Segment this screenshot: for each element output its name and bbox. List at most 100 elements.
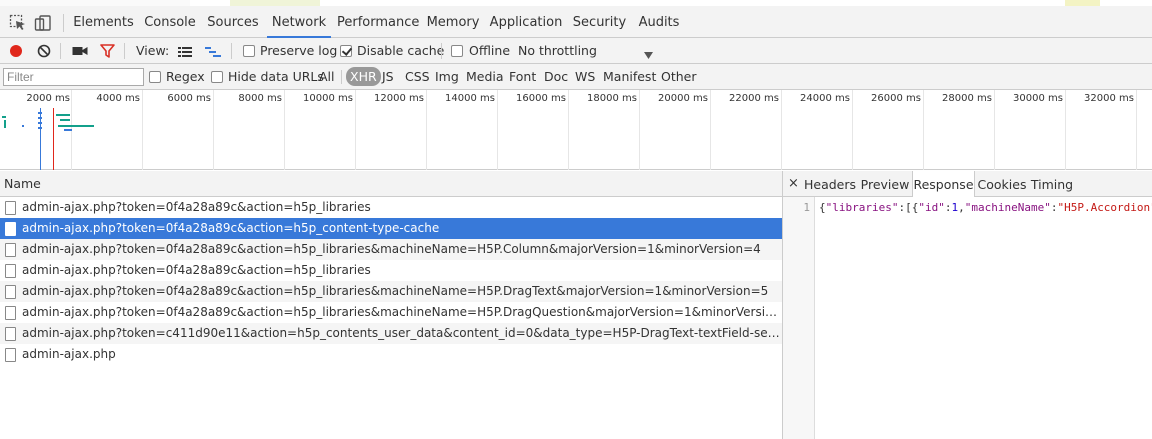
request-row[interactable]: admin-ajax.php?token=0f4a28a89c&action=h… [0, 239, 782, 260]
record-icon[interactable] [9, 44, 23, 58]
inspect-element-icon[interactable] [9, 14, 27, 32]
code-string: "H5P.Accordion" [1057, 201, 1152, 214]
filter-divider [341, 70, 342, 84]
response-viewer[interactable]: 1 {"libraries":[{"id":1,"machineName":"H… [783, 197, 1152, 439]
file-icon [5, 306, 16, 320]
request-name: admin-ajax.php [22, 347, 116, 361]
tab-audits[interactable]: Audits [636, 6, 682, 38]
type-filter-other[interactable]: Other [658, 67, 700, 86]
request-row[interactable]: admin-ajax.php?token=0f4a28a89c&action=h… [0, 260, 782, 281]
code-punct: :[{ [898, 201, 919, 214]
request-name: admin-ajax.php?token=0f4a28a89c&action=h… [22, 242, 761, 256]
timeline-request-bar [22, 125, 24, 127]
device-toolbar-icon[interactable] [34, 14, 52, 32]
request-row[interactable]: admin-ajax.php?token=0f4a28a89c&action=h… [0, 281, 782, 302]
tab-console[interactable]: Console [141, 6, 199, 38]
detail-tab-cookies[interactable]: Cookies [977, 171, 1027, 197]
timeline-request-bar [38, 122, 42, 124]
request-name: admin-ajax.php?token=0f4a28a89c&action=h… [22, 263, 371, 277]
toolbar-divider [441, 43, 442, 59]
timeline-overview[interactable]: 2000 ms 4000 ms 6000 ms 8000 ms 10000 ms… [0, 90, 1152, 170]
view-label: View: [136, 43, 170, 58]
type-filter-js[interactable]: JS [379, 67, 397, 86]
timeline-tick: 6000 ms [167, 93, 211, 104]
detail-tab-timing[interactable]: Timing [1030, 171, 1074, 197]
timeline-tick: 14000 ms [445, 93, 495, 104]
timeline-tick: 10000 ms [303, 93, 353, 104]
close-icon[interactable]: × [788, 171, 799, 197]
request-row[interactable]: admin-ajax.php?token=0f4a28a89c&action=h… [0, 302, 782, 323]
tab-network[interactable]: Network [267, 6, 331, 38]
type-filter-css[interactable]: CSS [402, 67, 433, 86]
request-row[interactable]: admin-ajax.php?token=0f4a28a89c&action=h… [0, 218, 782, 239]
preserve-log-label: Preserve log [260, 43, 338, 58]
request-list: admin-ajax.php?token=0f4a28a89c&action=h… [0, 197, 782, 439]
disable-cache-checkbox[interactable] [340, 45, 352, 57]
preserve-log-checkbox[interactable] [243, 45, 255, 57]
clear-icon[interactable] [37, 44, 51, 58]
type-filter-doc[interactable]: Doc [541, 67, 571, 86]
line-number-gutter: 1 [783, 197, 815, 439]
tab-memory[interactable]: Memory [423, 6, 483, 38]
detail-tab-response[interactable]: Response [912, 171, 975, 198]
type-filter-all[interactable]: All [316, 67, 338, 86]
tab-elements[interactable]: Elements [72, 6, 135, 38]
waterfall-view-icon[interactable] [205, 46, 221, 57]
timeline-tick: 20000 ms [658, 93, 708, 104]
file-icon [5, 327, 16, 341]
request-row[interactable]: admin-ajax.php?token=0f4a28a89c&action=h… [0, 197, 782, 218]
type-filter-manifest[interactable]: Manifest [600, 67, 659, 86]
load-marker [53, 108, 54, 170]
filter-input[interactable] [3, 68, 144, 86]
code-key: "libraries" [825, 201, 899, 214]
regex-checkbox[interactable] [149, 71, 161, 83]
network-toolbar: View: Preserve log Disable cache Offline… [0, 38, 1152, 64]
timeline-tick: 24000 ms [800, 93, 850, 104]
detail-tab-preview[interactable]: Preview [859, 171, 911, 197]
toolbar-divider [60, 43, 61, 59]
filter-icon[interactable] [100, 44, 115, 58]
request-row[interactable]: admin-ajax.php?token=c411d90e11&action=h… [0, 323, 782, 344]
type-filter-font[interactable]: Font [506, 67, 539, 86]
toolbar-divider [231, 43, 232, 59]
tab-application[interactable]: Application [489, 6, 563, 38]
name-column-header[interactable]: Name [0, 171, 782, 197]
hide-data-urls-label: Hide data URLs [228, 69, 324, 84]
timeline-request-bar [58, 125, 94, 127]
response-code-line[interactable]: {"libraries":[{"id":1,"machineName":"H5P… [819, 201, 1152, 214]
tab-performance[interactable]: Performance [337, 6, 419, 38]
file-icon [5, 222, 16, 236]
timeline-tick: 12000 ms [374, 93, 424, 104]
file-icon [5, 264, 16, 278]
hide-data-urls-checkbox[interactable] [211, 71, 223, 83]
tab-security[interactable]: Security [569, 6, 630, 38]
code-punct: { [819, 201, 826, 214]
timeline-request-bar [56, 114, 70, 116]
code-punct: , [958, 201, 965, 214]
file-icon [5, 348, 16, 362]
capture-screenshots-icon[interactable] [72, 45, 88, 57]
type-filter-img[interactable]: Img [432, 67, 462, 86]
timeline-gridline [1136, 90, 1137, 170]
timeline-request-bar [4, 120, 6, 128]
throttling-select[interactable]: No throttling [518, 38, 597, 64]
dropdown-arrow-icon[interactable] [644, 48, 653, 59]
type-filter-media[interactable]: Media [463, 67, 507, 86]
detail-tab-headers[interactable]: Headers [803, 171, 857, 197]
request-name: admin-ajax.php?token=0f4a28a89c&action=h… [22, 221, 440, 235]
timeline-tick: 32000 ms [1084, 93, 1134, 104]
timeline-tick: 18000 ms [587, 93, 637, 104]
offline-label: Offline [469, 43, 511, 58]
disable-cache-label: Disable cache [357, 43, 445, 58]
timeline-request-bar [38, 127, 42, 129]
list-view-icon[interactable] [178, 46, 192, 57]
timeline-request-bar [60, 119, 70, 121]
offline-checkbox[interactable] [451, 45, 463, 57]
type-filter-xhr[interactable]: XHR [346, 67, 381, 86]
type-filter-ws[interactable]: WS [572, 67, 598, 86]
file-icon [5, 285, 16, 299]
request-row[interactable]: admin-ajax.php [0, 344, 782, 365]
timeline-tick: 4000 ms [96, 93, 140, 104]
tab-sources[interactable]: Sources [205, 6, 261, 38]
file-icon [5, 243, 16, 257]
